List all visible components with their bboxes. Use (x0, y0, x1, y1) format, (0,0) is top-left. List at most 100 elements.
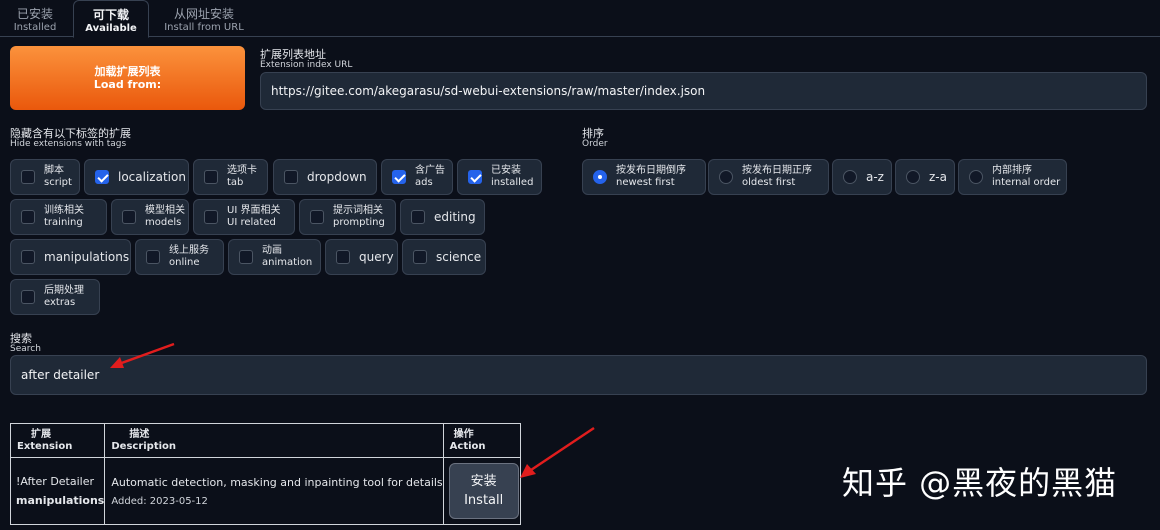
tag-label: 脚本 script (44, 165, 72, 189)
tag-checkbox-localization[interactable]: localization (84, 159, 189, 195)
tag-checkbox-manipulations[interactable]: manipulations (10, 239, 131, 275)
radio-button[interactable] (719, 170, 733, 184)
radio-button[interactable] (843, 170, 857, 184)
order-radio-a-z[interactable]: a-z (832, 159, 892, 195)
tag-checkbox-prompting[interactable]: 提示词相关 prompting (299, 199, 396, 235)
search-label: 搜索 Search (10, 332, 41, 354)
order-radio-z-a[interactable]: z-a (895, 159, 955, 195)
tag-checkbox-online[interactable]: 线上服务 online (135, 239, 224, 275)
header-extension: 扩展 Extension (9, 423, 106, 458)
tag-label-en: prompting (333, 217, 385, 228)
tag-checkbox-installed[interactable]: 已安装 installed (457, 159, 542, 195)
extension-added-date: Added: 2023-05-12 (111, 495, 208, 507)
checkbox[interactable] (411, 210, 425, 224)
extension-tag: manipulations (16, 494, 105, 507)
tag-checkbox-ads[interactable]: 含广告 ads (381, 159, 453, 195)
checkbox[interactable] (468, 170, 482, 184)
action-cell: 安装 Install (442, 457, 522, 525)
index-url-label: 扩展列表地址 Extension index URL (260, 48, 353, 70)
tag-label-zh: 训练相关 (44, 205, 84, 216)
tag-checkbox-science[interactable]: science (402, 239, 486, 275)
hide-tags-label: 隐藏含有以下标签的扩展 Hide extensions with tags (10, 127, 131, 149)
checkbox[interactable] (146, 250, 160, 264)
order-label-zh: 按发布日期倒序 (616, 165, 686, 176)
tag-label-en: tab (227, 177, 244, 188)
checkbox[interactable] (21, 250, 35, 264)
order-label-en: newest first (616, 177, 675, 188)
table-header-row: 扩展 Extension 描述 Description 操作 Action (9, 423, 522, 458)
checkbox[interactable] (310, 210, 324, 224)
index-url-input[interactable]: https://gitee.com/akegarasu/sd-webui-ext… (260, 72, 1147, 110)
order-radio-newest-first[interactable]: 按发布日期倒序 newest first (582, 159, 706, 195)
checkbox[interactable] (239, 250, 253, 264)
tag-label-zh: 线上服务 (169, 245, 209, 256)
order-label: a-z (866, 170, 884, 184)
tab-installed[interactable]: 已安装 Installed (4, 0, 66, 37)
radio-button[interactable] (593, 170, 607, 184)
tag-label: 动画 animation (262, 245, 312, 269)
tag-checkbox-models[interactable]: 模型相关 models (111, 199, 189, 235)
checkbox[interactable] (284, 170, 298, 184)
tag-label: localization (118, 170, 186, 184)
table-row: !After Detailer manipulations Automatic … (9, 457, 522, 525)
tag-label-en: script (44, 177, 72, 188)
checkbox[interactable] (122, 210, 136, 224)
tag-label-en: installed (491, 177, 534, 188)
tag-checkbox-tab[interactable]: 选项卡 tab (193, 159, 268, 195)
checkbox[interactable] (21, 210, 35, 224)
radio-button[interactable] (906, 170, 920, 184)
tag-checkbox-query[interactable]: query (325, 239, 398, 275)
tab-available[interactable]: 可下载 Available (73, 0, 149, 38)
tag-checkbox-animation[interactable]: 动画 animation (228, 239, 321, 275)
checkbox[interactable] (95, 170, 109, 184)
checkbox[interactable] (204, 210, 218, 224)
tag-label: 训练相关 training (44, 205, 84, 229)
tag-checkbox-extras[interactable]: 后期处理 extras (10, 279, 100, 315)
extension-description: Automatic detection, masking and inpaint… (111, 475, 443, 489)
tag-checkbox-dropdown[interactable]: dropdown (273, 159, 377, 195)
checkbox[interactable] (204, 170, 218, 184)
tag-label: 线上服务 online (169, 245, 209, 269)
tag-label: 后期处理 extras (44, 285, 84, 309)
tag-label-zh: 含广告 (415, 165, 445, 176)
load-from-button[interactable]: 加载扩展列表 Load from: (10, 46, 245, 110)
tag-checkbox-editing[interactable]: editing (400, 199, 485, 235)
tag-label-zh: 选项卡 (227, 165, 257, 176)
order-label-zh: 内部排序 (992, 165, 1032, 176)
checkbox[interactable] (413, 250, 427, 264)
tag-label-zh: 提示词相关 (333, 205, 383, 216)
tag-checkbox-ui-related[interactable]: UI 界面相关 UI related (193, 199, 295, 235)
order-radio-oldest-first[interactable]: 按发布日期正序 oldest first (708, 159, 829, 195)
checkbox[interactable] (21, 170, 35, 184)
tag-checkbox-script[interactable]: 脚本 script (10, 159, 80, 195)
watermark-text: 知乎 @黑夜的黑猫 (842, 464, 1118, 502)
checkbox[interactable] (336, 250, 350, 264)
tag-label: 含广告 ads (415, 165, 445, 189)
order-label: 按发布日期倒序 newest first (616, 165, 686, 189)
extension-name[interactable]: !After Detailer (16, 475, 104, 488)
description-cell: Automatic detection, masking and inpaint… (104, 457, 444, 525)
order-label: z-a (929, 170, 947, 184)
tag-label-en: online (169, 257, 200, 268)
tag-label-en: training (44, 217, 83, 228)
install-button[interactable]: 安装 Install (448, 463, 519, 519)
tag-label-zh: 已安装 (491, 165, 521, 176)
tag-checkbox-training[interactable]: 训练相关 training (10, 199, 107, 235)
tab-install-from-url[interactable]: 从网址安装 Install from URL (158, 0, 250, 37)
order-radio-internal-order[interactable]: 内部排序 internal order (958, 159, 1067, 195)
checkbox[interactable] (392, 170, 406, 184)
tag-label-en: extras (44, 297, 76, 308)
order-label: 内部排序 internal order (992, 165, 1060, 189)
tag-label-zh: UI 界面相关 (227, 205, 281, 216)
header-description: 描述 Description (104, 423, 444, 458)
checkbox[interactable] (21, 290, 35, 304)
tag-label-zh: 动画 (262, 245, 282, 256)
tag-label-zh: 后期处理 (44, 285, 84, 296)
search-input[interactable]: after detailer (10, 355, 1147, 395)
tag-label-zh: 脚本 (44, 165, 64, 176)
radio-button[interactable] (969, 170, 983, 184)
annotation-arrow-install (520, 426, 595, 478)
extensions-table: 扩展 Extension 描述 Description 操作 Action !A… (9, 423, 522, 525)
tag-label: UI 界面相关 UI related (227, 205, 280, 229)
tag-label: manipulations (44, 250, 130, 264)
